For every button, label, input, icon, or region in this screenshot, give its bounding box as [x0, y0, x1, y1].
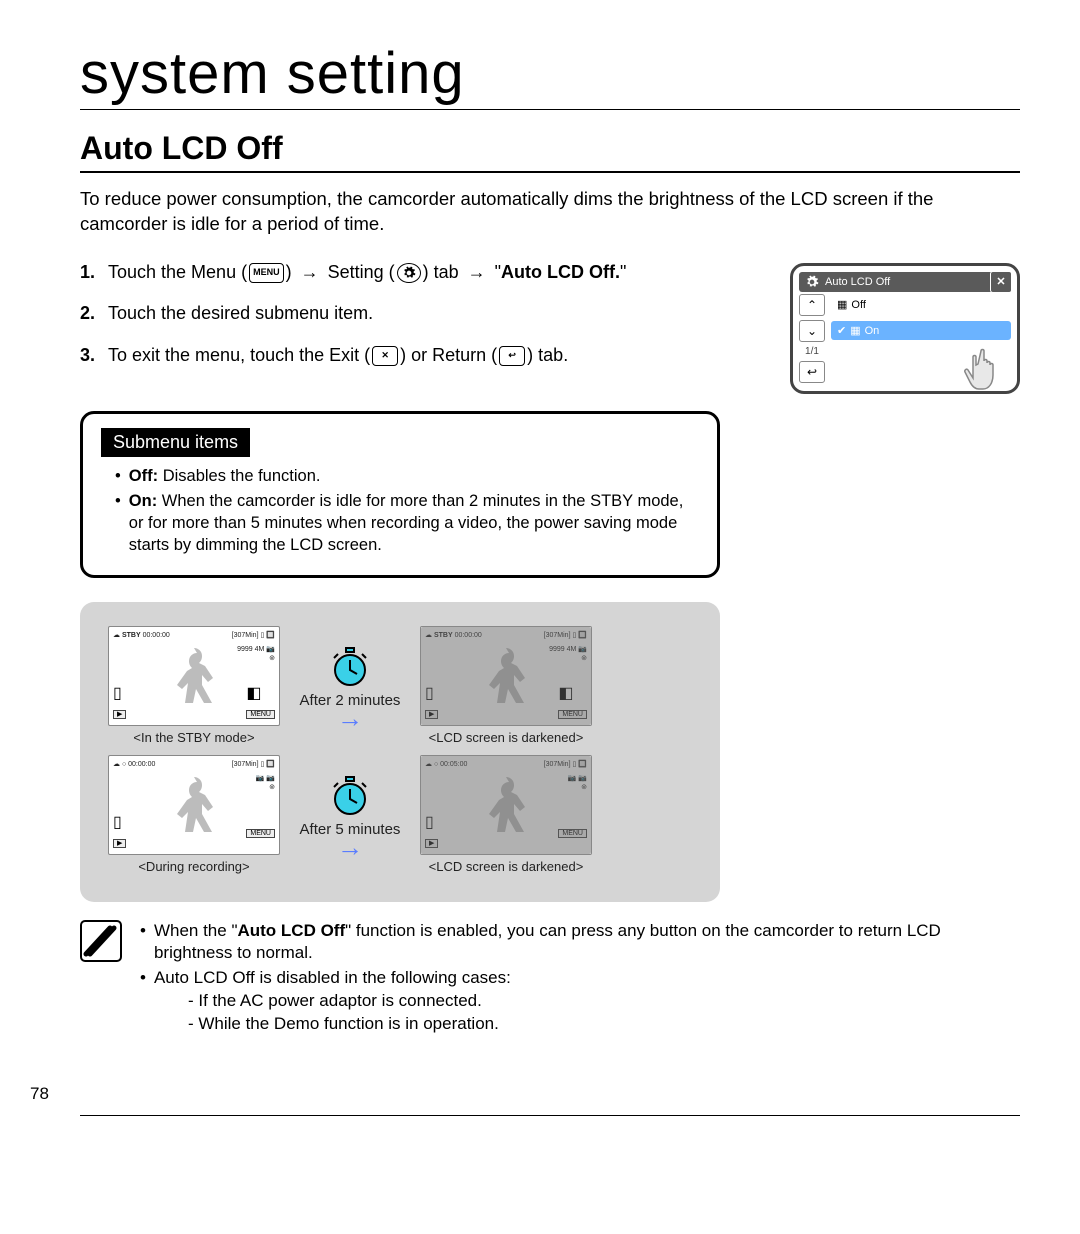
return-icon: ↩ [499, 346, 525, 366]
scroll-up-button[interactable]: ⌃ [799, 294, 825, 316]
footer-rule [80, 1115, 1020, 1116]
diagram-transition-5min: After 5 minutes → [290, 773, 410, 856]
diagram-cell-dark: ☁ ○ 00:05:00[307Min] ▯ 🔲 📷 📷⊚ ▯▶MENU <LC… [420, 755, 592, 874]
intro-paragraph: To reduce power consumption, the camcord… [80, 187, 1020, 237]
menu-option-on[interactable]: ✔ ▦ On [831, 321, 1011, 340]
diagram-cell-stby: ☁ STBY 00:00:00[307Min] ▯ 🔲 9999 4M 📷⊚ ▯… [108, 626, 280, 745]
diagram-cell-dark: ☁ STBY 00:00:00[307Min] ▯ 🔲 9999 4M 📷⊚ ▯… [420, 626, 592, 745]
lcd-off-icon: ▦ [837, 298, 847, 311]
clock-icon [330, 773, 370, 817]
arrow-icon: → [290, 711, 410, 727]
note-subitem: While the Demo function is in operation. [188, 1013, 511, 1036]
close-icon[interactable]: ✕ [990, 271, 1012, 293]
submenu-item-on: •On: When the camcorder is idle for more… [101, 490, 699, 557]
step-number: 3. [80, 340, 100, 372]
step-number: 2. [80, 298, 100, 330]
submenu-box: Submenu items •Off: Disables the functio… [80, 411, 720, 577]
menu-header: Auto LCD Off ✕ [799, 272, 1011, 292]
diagram-panel: ☁ STBY 00:00:00[307Min] ▯ 🔲 9999 4M 📷⊚ ▯… [80, 602, 720, 902]
step-1-text: Touch the Menu (MENU) → Setting () tab →… [108, 257, 626, 289]
lcd-on-icon: ▦ [850, 324, 860, 337]
step-3-text: To exit the menu, touch the Exit (✕) or … [108, 340, 568, 372]
diagram-transition-2min: After 2 minutes → [290, 644, 410, 727]
section-title: Auto LCD Off [80, 130, 1020, 173]
note-subitem: If the AC power adaptor is connected. [188, 990, 511, 1013]
menu-screenshot: Auto LCD Off ✕ ⌃ ▦ Off ⌄ ✔ [790, 263, 1020, 394]
notes-block: •When the "Auto LCD Off" function is ena… [80, 920, 1020, 1039]
return-button[interactable]: ↩ [799, 361, 825, 383]
gear-icon [805, 275, 819, 289]
menu-option-off[interactable]: ▦ Off [831, 295, 1011, 314]
step-2-text: Touch the desired submenu item. [108, 298, 373, 330]
step-number: 1. [80, 257, 100, 289]
steps-list: 1. Touch the Menu (MENU) → Setting () ta… [80, 257, 760, 372]
submenu-item-off: •Off: Disables the function. [101, 465, 699, 487]
scroll-down-button[interactable]: ⌄ [799, 320, 825, 342]
clock-icon [330, 644, 370, 688]
note-icon [80, 920, 122, 962]
arrow-icon: → [301, 262, 319, 282]
arrow-icon: → [468, 262, 486, 282]
menu-title: Auto LCD Off [825, 276, 890, 288]
gear-icon [397, 263, 421, 283]
page-number: 78 [30, 1084, 49, 1104]
diagram-cell-rec: ☁ ○ 00:00:00[307Min] ▯ 🔲 📷 📷⊚ ▯▶MENU <Du… [108, 755, 280, 874]
chapter-title: system setting [80, 40, 1020, 110]
menu-icon: MENU [249, 263, 284, 283]
note-item: • Auto LCD Off is disabled in the follow… [136, 967, 1020, 1036]
exit-icon: ✕ [372, 346, 398, 366]
note-item: •When the "Auto LCD Off" function is ena… [136, 920, 1020, 966]
arrow-icon: → [290, 840, 410, 856]
menu-page-indicator: 1/1 [799, 346, 825, 357]
hand-pointer-icon [961, 347, 1021, 393]
check-icon: ✔ [837, 324, 846, 337]
submenu-heading: Submenu items [101, 428, 250, 457]
